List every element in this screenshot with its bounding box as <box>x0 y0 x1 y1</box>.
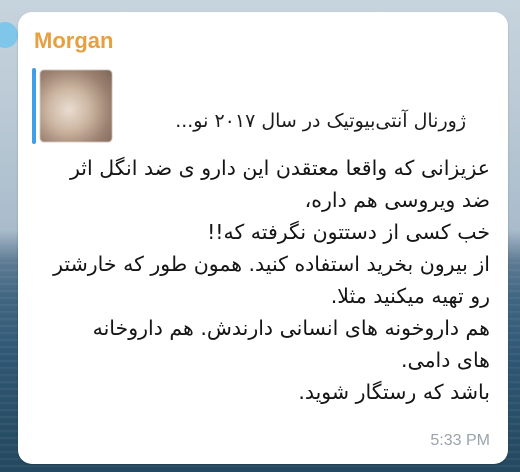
message-line: ضد ویروسی هم داره، <box>304 188 490 212</box>
message-line: رو تهیه میکنید مثلا. <box>330 284 490 308</box>
avatar[interactable] <box>0 22 18 48</box>
message-line: عزیزانی که واقعا معتقدن این دارو ی ضد ان… <box>69 156 490 180</box>
message-line: از بیرون بخرید استفاده کنید. همون طور که… <box>53 252 490 276</box>
message-text: عزیزانی که واقعا معتقدن این دارو ی ضد ان… <box>32 152 490 408</box>
message-timestamp: 5:33 PM <box>430 432 490 449</box>
message-line: باشد که رستگار شوید. <box>298 380 490 404</box>
message-line: خب کسی از دستتون نگرفته که!! <box>207 220 490 244</box>
message-line: هم داروخونه های انسانی دارندش. هم داروخا… <box>92 316 490 340</box>
reply-preview[interactable]: ژورنال آنتی‌بیوتیک در سال ۲۰۱۷ نو... <box>32 68 472 144</box>
message-line: های دامی. <box>400 348 490 372</box>
message-bubble[interactable]: Morgan ژورنال آنتی‌بیوتیک در سال ۲۰۱۷ نو… <box>18 12 508 464</box>
reply-preview-text: ژورنال آنتی‌بیوتیک در سال ۲۰۱۷ نو... <box>175 110 466 132</box>
reply-thumbnail-image <box>40 70 112 142</box>
sender-name[interactable]: Morgan <box>34 28 113 54</box>
reply-accent-bar <box>32 68 36 144</box>
